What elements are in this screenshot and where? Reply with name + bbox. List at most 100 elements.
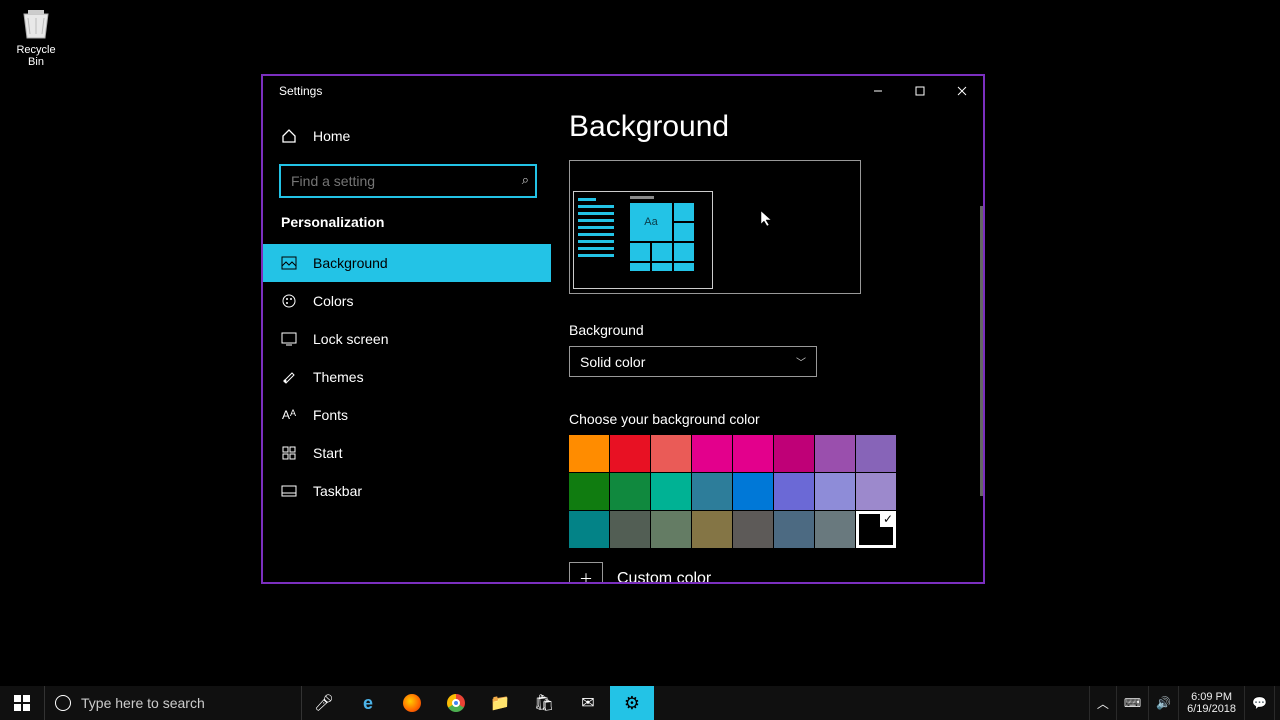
- taskbar-search[interactable]: Type here to search: [44, 686, 302, 720]
- tray-volume-button[interactable]: 🔊: [1148, 686, 1178, 720]
- sidebar-item-taskbar[interactable]: Taskbar: [263, 472, 551, 510]
- show-desktop-button[interactable]: [1274, 686, 1280, 720]
- taskbar-app-firefox[interactable]: [390, 686, 434, 720]
- sidebar-item-start[interactable]: Start: [263, 434, 551, 472]
- settings-window: Settings Home ⌕ Personalization Backgrou…: [261, 74, 985, 584]
- taskbar-mic-button[interactable]: 🎤︎: [302, 686, 346, 720]
- wallpaper-preview: Aa: [569, 160, 861, 294]
- search-input[interactable]: [279, 164, 537, 198]
- clock-time: 6:09 PM: [1191, 691, 1232, 703]
- mouse-cursor: [760, 210, 774, 228]
- preview-tile: Aa: [630, 203, 672, 241]
- color-swatch[interactable]: [815, 473, 855, 510]
- close-button[interactable]: [941, 76, 983, 106]
- windows-logo-icon: [14, 695, 30, 711]
- scrollbar[interactable]: [980, 206, 983, 496]
- tray-keyboard-button[interactable]: ⌨: [1116, 686, 1148, 720]
- taskbar-app-settings[interactable]: ⚙: [610, 686, 654, 720]
- sidebar-item-label: Themes: [313, 369, 364, 385]
- color-swatch[interactable]: [610, 435, 650, 472]
- sidebar-item-lock-screen[interactable]: Lock screen: [263, 320, 551, 358]
- category-header: Personalization: [263, 210, 551, 244]
- sidebar-item-label: Start: [313, 445, 343, 461]
- color-swatch[interactable]: [733, 435, 773, 472]
- firefox-icon: [403, 694, 421, 712]
- dropdown-value: Solid color: [580, 354, 645, 370]
- maximize-button[interactable]: [899, 76, 941, 106]
- taskbar-app-mail[interactable]: ✉: [566, 686, 610, 720]
- start-icon: [281, 446, 297, 460]
- color-swatch[interactable]: [774, 473, 814, 510]
- recycle-bin-icon: [16, 6, 56, 42]
- color-swatch[interactable]: [774, 435, 814, 472]
- sidebar: Home ⌕ Personalization Background Colors…: [263, 106, 551, 582]
- taskbar-app-store[interactable]: 🛍︎: [522, 686, 566, 720]
- taskbar-app-edge[interactable]: e: [346, 686, 390, 720]
- sidebar-item-themes[interactable]: Themes: [263, 358, 551, 396]
- color-swatch[interactable]: [569, 473, 609, 510]
- clock-date: 6/19/2018: [1187, 703, 1236, 715]
- home-button[interactable]: Home: [263, 116, 551, 156]
- fonts-icon: AA: [281, 408, 297, 422]
- desktop-icon-recycle-bin[interactable]: Recycle Bin: [8, 6, 64, 68]
- chrome-icon: [447, 694, 465, 712]
- color-swatch[interactable]: [733, 473, 773, 510]
- tray-clock[interactable]: 6:09 PM 6/19/2018: [1178, 686, 1244, 720]
- home-label: Home: [313, 128, 350, 144]
- background-field-label: Background: [569, 322, 973, 338]
- folder-icon: 📁: [490, 693, 510, 713]
- color-swatch[interactable]: [569, 435, 609, 472]
- sidebar-item-label: Fonts: [313, 407, 348, 423]
- custom-color-label: Custom color: [617, 570, 711, 582]
- color-swatch[interactable]: [692, 511, 732, 548]
- color-swatch[interactable]: [815, 435, 855, 472]
- taskbar-search-placeholder: Type here to search: [81, 695, 205, 711]
- themes-icon: [281, 369, 297, 385]
- recycle-bin-label: Recycle Bin: [8, 44, 64, 68]
- color-swatch[interactable]: [651, 473, 691, 510]
- system-tray: ︿ ⌨ 🔊 6:09 PM 6/19/2018 💬: [1089, 686, 1280, 720]
- color-swatch[interactable]: [856, 435, 896, 472]
- taskbar-app-file-explorer[interactable]: 📁: [478, 686, 522, 720]
- sidebar-item-fonts[interactable]: AA Fonts: [263, 396, 551, 434]
- page-title: Background: [569, 110, 983, 144]
- taskbar: Type here to search 🎤︎ e 📁 🛍︎ ✉ ⚙ ︿ ⌨ 🔊 …: [0, 686, 1280, 720]
- color-swatch[interactable]: [651, 511, 691, 548]
- start-button[interactable]: [0, 686, 44, 720]
- color-swatch[interactable]: [815, 511, 855, 548]
- home-icon: [281, 128, 297, 144]
- tray-overflow-button[interactable]: ︿: [1089, 686, 1116, 720]
- titlebar[interactable]: Settings: [263, 76, 983, 106]
- sidebar-item-label: Colors: [313, 293, 353, 309]
- color-swatch[interactable]: [610, 473, 650, 510]
- microphone-icon: 🎤︎: [314, 693, 334, 713]
- chevron-up-icon: ︿: [1097, 695, 1109, 712]
- color-swatch[interactable]: [692, 435, 732, 472]
- preview-start-menu: Aa: [573, 191, 713, 289]
- color-swatch[interactable]: [856, 511, 896, 548]
- minimize-button[interactable]: [857, 76, 899, 106]
- tray-notifications-button[interactable]: 💬: [1244, 686, 1274, 720]
- color-swatch[interactable]: [774, 511, 814, 548]
- color-swatch[interactable]: [856, 473, 896, 510]
- taskbar-app-chrome[interactable]: [434, 686, 478, 720]
- background-type-dropdown[interactable]: Solid color ﹀: [569, 346, 817, 377]
- sidebar-item-label: Lock screen: [313, 331, 388, 347]
- sidebar-item-colors[interactable]: Colors: [263, 282, 551, 320]
- color-section-label: Choose your background color: [569, 411, 973, 427]
- store-icon: 🛍︎: [534, 693, 554, 713]
- content-pane: Background Aa: [551, 106, 983, 582]
- picture-icon: [281, 256, 297, 270]
- color-swatch[interactable]: [610, 511, 650, 548]
- color-swatch[interactable]: [733, 511, 773, 548]
- color-swatch[interactable]: [692, 473, 732, 510]
- color-swatch[interactable]: [569, 511, 609, 548]
- color-grid: [569, 435, 897, 548]
- sidebar-item-background[interactable]: Background: [263, 244, 551, 282]
- sidebar-item-label: Background: [313, 255, 388, 271]
- color-swatch[interactable]: [651, 435, 691, 472]
- keyboard-icon: ⌨: [1124, 696, 1141, 710]
- custom-color-button[interactable]: ＋: [569, 562, 603, 582]
- taskbar-icon: [281, 485, 297, 497]
- window-title: Settings: [279, 84, 322, 98]
